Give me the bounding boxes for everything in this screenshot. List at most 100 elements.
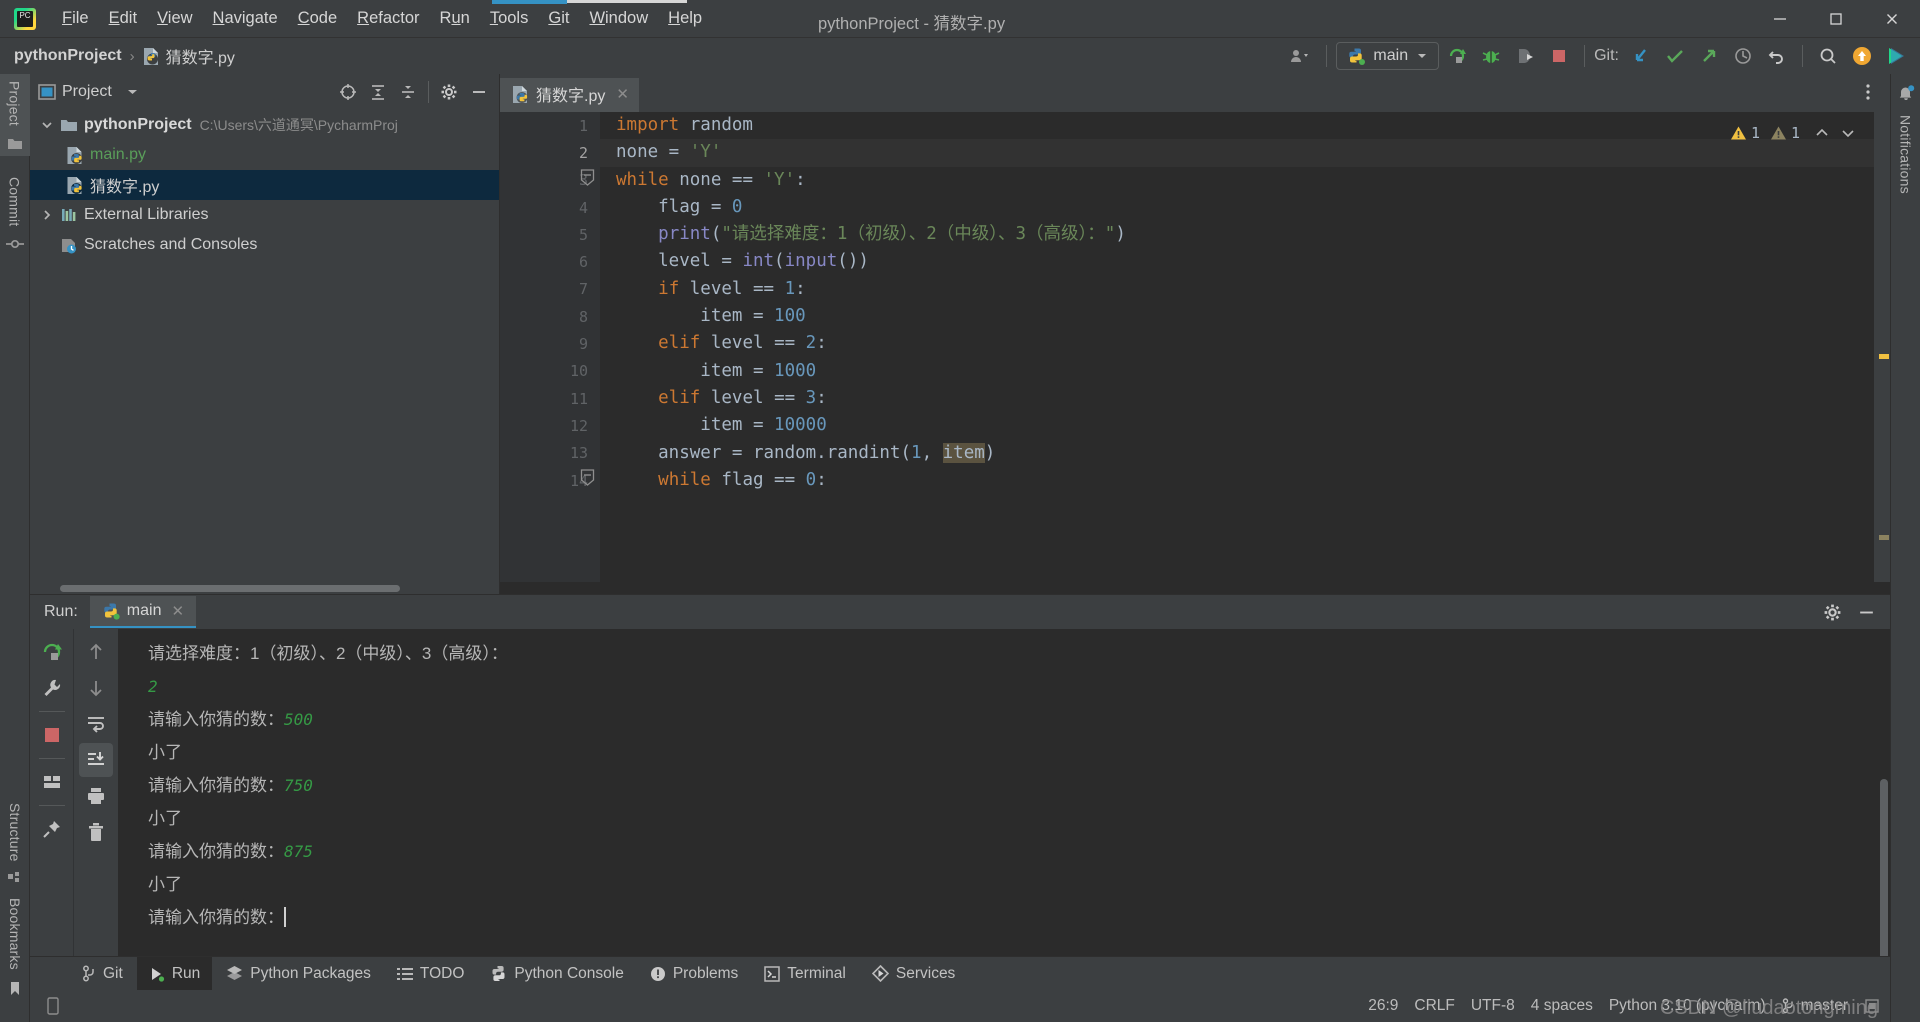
editor-horizontal-scrollbar[interactable] bbox=[500, 582, 1890, 594]
print-icon[interactable] bbox=[79, 779, 113, 813]
run-configuration-selector[interactable]: main bbox=[1336, 42, 1440, 70]
code-text[interactable]: import random none = 'Y' while none == '… bbox=[600, 112, 1874, 582]
git-commit-icon[interactable] bbox=[1659, 42, 1691, 70]
git-branch-name: master bbox=[1800, 997, 1848, 1014]
sidebar-item-commit[interactable]: Commit bbox=[5, 170, 24, 257]
editor-tab-guess-number[interactable]: 猜数字.py ✕ bbox=[500, 78, 639, 112]
tree-row-project-root[interactable]: pythonProject C:\Users\六道通冥\PycharmProj bbox=[30, 110, 499, 140]
toolwindow-problems[interactable]: Problems bbox=[638, 957, 750, 991]
user-dropdown-icon[interactable] bbox=[1285, 42, 1317, 70]
tree-row-external-libraries[interactable]: External Libraries bbox=[30, 200, 499, 230]
python-interpreter[interactable]: Python 3.10 (pycharm) bbox=[1609, 997, 1766, 1015]
chevron-down-icon[interactable] bbox=[126, 87, 139, 97]
chevron-up-icon[interactable] bbox=[1814, 127, 1830, 139]
down-arrow-icon[interactable] bbox=[79, 671, 113, 705]
toolwindow-run[interactable]: Run bbox=[136, 956, 213, 991]
run-console-output[interactable]: 请选择难度：1（初级）、2（中级）、3（高级）： 2 请输入你猜的数：500 小… bbox=[118, 629, 1890, 956]
file-encoding[interactable]: UTF-8 bbox=[1471, 997, 1515, 1015]
layout-icon[interactable] bbox=[35, 765, 69, 799]
fold-minus-icon[interactable] bbox=[580, 469, 595, 491]
breadcrumb-file-item[interactable]: 猜数字.py bbox=[143, 44, 235, 68]
menu-tools[interactable]: Tools bbox=[480, 6, 539, 31]
inspection-widget[interactable]: 1 1 bbox=[1730, 124, 1856, 142]
menu-git[interactable]: Git bbox=[538, 6, 579, 31]
menu-edit[interactable]: Edit bbox=[99, 6, 147, 31]
chevron-down-icon[interactable] bbox=[36, 120, 58, 130]
tree-row-main-py[interactable]: main.py bbox=[30, 140, 499, 170]
scrollbar-thumb[interactable] bbox=[60, 585, 400, 592]
editor-content[interactable]: 1 2 3 4 5 6 7 8 9 10 11 12 13 14 import … bbox=[500, 112, 1890, 582]
sidebar-item-notifications[interactable]: Notifications bbox=[1897, 74, 1915, 201]
chevron-down-icon[interactable] bbox=[1840, 127, 1856, 139]
minimize-icon[interactable] bbox=[1752, 0, 1808, 38]
close-icon[interactable] bbox=[1864, 0, 1920, 38]
status-bar-extra-icon[interactable] bbox=[1864, 998, 1880, 1014]
stripe-weak-warning-mark[interactable] bbox=[1879, 535, 1889, 540]
updates-icon[interactable] bbox=[1846, 42, 1878, 70]
run-tab-main[interactable]: main ✕ bbox=[89, 596, 197, 628]
sidebar-item-bookmarks[interactable]: Bookmarks bbox=[7, 891, 23, 1002]
toolwindow-python-console[interactable]: Python Console bbox=[478, 957, 635, 991]
caret-position[interactable]: 26:9 bbox=[1368, 997, 1398, 1015]
fold-minus-icon[interactable] bbox=[580, 169, 595, 191]
menu-help[interactable]: Help bbox=[658, 6, 712, 31]
git-history-icon[interactable] bbox=[1727, 42, 1759, 70]
collapse-all-icon[interactable] bbox=[394, 79, 422, 105]
console-scrollbar-thumb[interactable] bbox=[1880, 779, 1888, 956]
maximize-icon[interactable] bbox=[1808, 0, 1864, 38]
git-branch-widget[interactable]: master bbox=[1782, 997, 1848, 1015]
memory-indicator-icon[interactable] bbox=[46, 997, 60, 1015]
hide-icon[interactable] bbox=[1852, 599, 1880, 625]
stop-icon[interactable] bbox=[35, 718, 69, 752]
close-icon[interactable]: ✕ bbox=[171, 602, 184, 620]
up-arrow-icon[interactable] bbox=[79, 635, 113, 669]
sidebar-item-structure[interactable]: Structure bbox=[7, 796, 23, 892]
menu-refactor[interactable]: Refactor bbox=[347, 6, 429, 31]
stripe-warning-mark[interactable] bbox=[1879, 354, 1889, 359]
git-update-icon[interactable] bbox=[1625, 42, 1657, 70]
settings-gear-icon[interactable] bbox=[1818, 599, 1846, 625]
toolwindow-python-packages[interactable]: Python Packages bbox=[214, 957, 383, 991]
toolwindow-services[interactable]: Services bbox=[860, 957, 967, 991]
error-stripe-gutter[interactable] bbox=[1874, 112, 1890, 582]
run-icon[interactable] bbox=[1441, 42, 1473, 70]
trash-icon[interactable] bbox=[79, 815, 113, 849]
menu-file[interactable]: File bbox=[52, 6, 99, 31]
pin-icon[interactable] bbox=[35, 812, 69, 846]
toolwindow-todo[interactable]: TODO bbox=[385, 957, 477, 991]
menu-view[interactable]: View bbox=[147, 6, 202, 31]
debug-icon[interactable] bbox=[1475, 42, 1507, 70]
feedback-icon[interactable] bbox=[1880, 42, 1912, 70]
stop-icon[interactable] bbox=[1543, 42, 1575, 70]
hide-icon[interactable] bbox=[465, 79, 493, 105]
console-line[interactable]: 请输入你猜的数： bbox=[118, 901, 1890, 934]
coverage-icon[interactable] bbox=[1509, 42, 1541, 70]
select-opened-file-icon[interactable] bbox=[334, 79, 362, 105]
toolwindow-git[interactable]: Git bbox=[70, 957, 135, 991]
close-icon[interactable]: ✕ bbox=[616, 85, 629, 103]
indent-setting[interactable]: 4 spaces bbox=[1531, 997, 1593, 1015]
expand-all-icon[interactable] bbox=[364, 79, 392, 105]
tree-row-scratches[interactable]: Scratches and Consoles bbox=[30, 230, 499, 260]
toolwindow-terminal[interactable]: Terminal bbox=[752, 957, 858, 991]
git-push-icon[interactable] bbox=[1693, 42, 1725, 70]
settings-gear-icon[interactable] bbox=[435, 79, 463, 105]
menu-navigate[interactable]: Navigate bbox=[203, 6, 288, 31]
sidebar-item-project[interactable]: Project bbox=[0, 74, 30, 156]
more-vertical-icon[interactable] bbox=[1854, 79, 1882, 105]
chevron-right-icon[interactable] bbox=[36, 209, 58, 221]
menu-run[interactable]: Run bbox=[430, 6, 480, 31]
rerun-icon[interactable] bbox=[35, 635, 69, 669]
menu-window[interactable]: Window bbox=[579, 6, 658, 31]
wrench-icon[interactable] bbox=[35, 671, 69, 705]
git-rollback-icon[interactable] bbox=[1761, 42, 1793, 70]
soft-wrap-icon[interactable] bbox=[79, 707, 113, 741]
search-everywhere-icon[interactable] bbox=[1812, 42, 1844, 70]
menu-code[interactable]: Code bbox=[288, 6, 347, 31]
line-separator[interactable]: CRLF bbox=[1414, 997, 1454, 1015]
breadcrumb-project[interactable]: pythonProject bbox=[14, 47, 122, 65]
scroll-to-end-icon[interactable] bbox=[79, 743, 113, 777]
tree-row-guess-number-py[interactable]: 猜数字.py bbox=[30, 170, 499, 200]
editor-gutter[interactable]: 1 2 3 4 5 6 7 8 9 10 11 12 13 14 bbox=[500, 112, 600, 582]
project-panel-horizontal-scrollbar[interactable] bbox=[30, 582, 499, 594]
